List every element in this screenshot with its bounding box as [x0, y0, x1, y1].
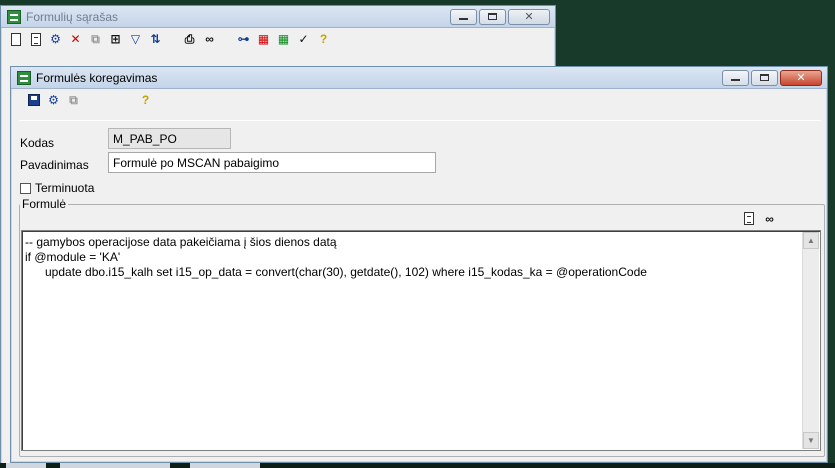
options-icon[interactable]: ⚙	[45, 92, 62, 109]
minimize-button[interactable]	[722, 69, 749, 86]
save-icon[interactable]	[25, 92, 42, 109]
close-icon: ✕	[796, 72, 806, 84]
formula-list-titlebar[interactable]: Formulių sąrašas ✕	[1, 6, 555, 28]
formula-edit-title: Formulės koregavimas	[36, 70, 158, 85]
pavadinimas-field[interactable]: Formulė po MSCAN pabaigimo	[108, 152, 436, 173]
print-icon[interactable]: ⎙	[181, 31, 198, 48]
arrow-down-icon: ▼	[807, 436, 815, 445]
toolbar-divider	[19, 120, 821, 121]
code-line: update dbo.i15_kalh set i15_op_data = co…	[25, 265, 647, 279]
arrow-up-icon: ▲	[807, 236, 815, 245]
formula-group-legend: Formulė	[20, 197, 69, 211]
formula-list-title: Formulių sąrašas	[26, 9, 119, 24]
kodas-label: Kodas	[20, 136, 55, 150]
document-icon[interactable]	[740, 210, 757, 227]
formula-edit-window[interactable]: Formulės koregavimas ✕ ⚙ ⧉ ? Kodas M_PAB…	[10, 66, 828, 463]
formula-vertical-scrollbar[interactable]: ▲ ▼	[802, 232, 819, 449]
bag-green-icon[interactable]: ▦	[275, 31, 292, 48]
minimize-button[interactable]	[450, 8, 477, 25]
copy-icon[interactable]: ⧉	[87, 31, 104, 48]
pavadinimas-label: Pavadinimas	[20, 158, 89, 172]
help-icon[interactable]: ?	[137, 92, 154, 109]
minimize-icon	[731, 79, 740, 81]
bag-red-icon[interactable]: ▦	[255, 31, 272, 48]
scroll-down-button[interactable]: ▼	[803, 432, 819, 449]
formula-code-text[interactable]: -- gamybos operacijose data pakeičiama į…	[25, 235, 802, 448]
delete-icon[interactable]: ✕	[67, 31, 84, 48]
new-document-icon[interactable]	[7, 31, 24, 48]
code-line: -- gamybos operacijose data pakeičiama į…	[25, 235, 337, 249]
hierarchy-icon[interactable]: ⊶	[235, 31, 252, 48]
taskbar-edge	[0, 463, 835, 468]
close-icon: ✕	[524, 11, 534, 23]
formula-list-toolbar: ⚙ ✕ ⧉ ⊞ ▽ ⇅ ⎙ ∞ ⊶ ▦ ▦ ✓ ?	[1, 28, 555, 50]
terminuota-label: Terminuota	[35, 181, 95, 195]
close-button[interactable]: ✕	[780, 69, 822, 86]
find-binoculars-icon[interactable]: ∞	[201, 31, 218, 48]
close-button[interactable]: ✕	[508, 8, 550, 25]
maximize-button[interactable]	[479, 8, 506, 25]
kodas-field[interactable]: M_PAB_PO	[108, 128, 231, 149]
formula-edit-toolbar: ⚙ ⧉ ?	[11, 89, 827, 111]
help-icon[interactable]: ?	[315, 31, 332, 48]
document-icon[interactable]	[27, 31, 44, 48]
terminuota-checkbox[interactable]	[20, 182, 31, 194]
formula-edit-titlebar[interactable]: Formulės koregavimas ✕	[11, 67, 827, 89]
terminuota-checkbox-row[interactable]: Terminuota	[20, 181, 94, 195]
scroll-up-button[interactable]: ▲	[803, 232, 819, 249]
formula-code-editor[interactable]: -- gamybos operacijose data pakeičiama į…	[21, 230, 821, 451]
tree-icon[interactable]: ⊞	[107, 31, 124, 48]
maximize-icon	[760, 74, 769, 81]
checkmark-icon[interactable]: ✓	[295, 31, 312, 48]
maximize-button[interactable]	[751, 69, 778, 86]
minimize-icon	[459, 18, 468, 20]
app-form-icon	[7, 9, 21, 24]
copy-icon[interactable]: ⧉	[65, 92, 82, 109]
options-icon[interactable]: ⚙	[47, 31, 64, 48]
code-line: if @module = 'KA'	[25, 250, 121, 264]
sort-az-icon[interactable]: ⇅	[147, 31, 164, 48]
maximize-icon	[488, 13, 497, 20]
find-binoculars-icon[interactable]: ∞	[761, 210, 778, 227]
app-form-icon	[17, 70, 31, 85]
filter-icon[interactable]: ▽	[127, 31, 144, 48]
